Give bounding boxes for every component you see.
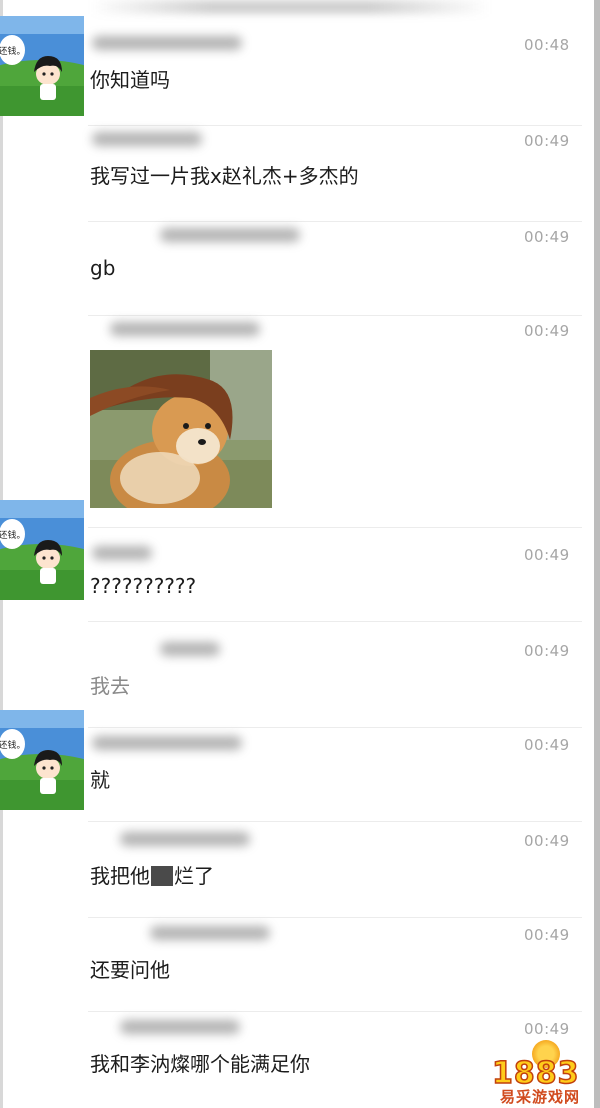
message-time: 00:49: [524, 228, 570, 246]
separator: [88, 727, 582, 728]
message-time: 00:49: [524, 736, 570, 754]
message-text: 我写过一片我x赵礼杰+多杰的: [90, 164, 359, 188]
site-watermark: 1883 易采游戏网: [478, 1040, 594, 1106]
message-text: 你知道吗: [90, 68, 170, 92]
message-text: 我把他 烂了: [90, 860, 214, 889]
message-time: 00:48: [524, 36, 570, 54]
message-text: 还要问他: [90, 958, 170, 982]
separator: [88, 821, 582, 822]
screenshot-right-border: [594, 0, 600, 1108]
chat-message[interactable]: 还钱。 00:49 ??????????: [0, 500, 594, 622]
blurred-header: [90, 0, 490, 14]
sender-name-blurred: [110, 322, 260, 336]
sender-name-blurred: [120, 832, 250, 846]
chat-message[interactable]: 00:49: [0, 316, 594, 528]
separator: [88, 917, 582, 918]
chat-message[interactable]: 还钱。 00:49 就: [0, 710, 594, 822]
message-time: 00:49: [524, 642, 570, 660]
message-time: 00:49: [524, 546, 570, 564]
sender-name-blurred: [160, 642, 220, 656]
message-text-part: 我把他: [90, 864, 150, 888]
chat-message[interactable]: 00:49 还要问他: [0, 920, 594, 1012]
avatar[interactable]: 还钱。: [0, 500, 84, 600]
dog-photo-image[interactable]: [90, 350, 272, 508]
avatar[interactable]: 还钱。: [0, 16, 84, 116]
sender-name-blurred: [92, 546, 152, 560]
separator: [88, 527, 582, 528]
message-time: 00:49: [524, 132, 570, 150]
chat-message[interactable]: 00:49 我写过一片我x赵礼杰+多杰的: [0, 126, 594, 222]
separator: [88, 1011, 582, 1012]
sender-name-blurred: [92, 736, 242, 750]
chat-message[interactable]: 00:49 我去: [0, 636, 594, 728]
redacted-block: [151, 866, 173, 886]
message-text: 我去: [90, 674, 130, 698]
watermark-subtitle: 易采游戏网: [500, 1088, 581, 1106]
svg-text:还钱。: 还钱。: [0, 529, 26, 541]
avatar[interactable]: 还钱。: [0, 710, 84, 810]
sender-name-blurred: [150, 926, 270, 940]
message-time: 00:49: [524, 926, 570, 944]
svg-text:还钱。: 还钱。: [0, 739, 26, 751]
sender-name-blurred: [120, 1020, 240, 1034]
message-time: 00:49: [524, 322, 570, 340]
message-text: 就: [90, 768, 110, 792]
sender-name-blurred: [92, 132, 202, 146]
sender-name-blurred: [160, 228, 300, 242]
message-time: 00:49: [524, 832, 570, 850]
message-text: gb: [90, 256, 116, 280]
svg-text:还钱。: 还钱。: [0, 45, 26, 57]
message-text-part: 烂了: [174, 864, 214, 888]
message-text: 我和李汭燦哪个能满足你: [90, 1052, 310, 1076]
sender-name-blurred: [92, 36, 242, 50]
message-time: 00:49: [524, 1020, 570, 1038]
message-text: ??????????: [90, 574, 197, 598]
separator: [88, 621, 582, 622]
chat-message[interactable]: 00:49 我把他 烂了: [0, 826, 594, 918]
chat-message[interactable]: 00:49 gb: [0, 222, 594, 316]
chat-message[interactable]: 还钱。 00:48 你知道吗: [0, 16, 594, 126]
